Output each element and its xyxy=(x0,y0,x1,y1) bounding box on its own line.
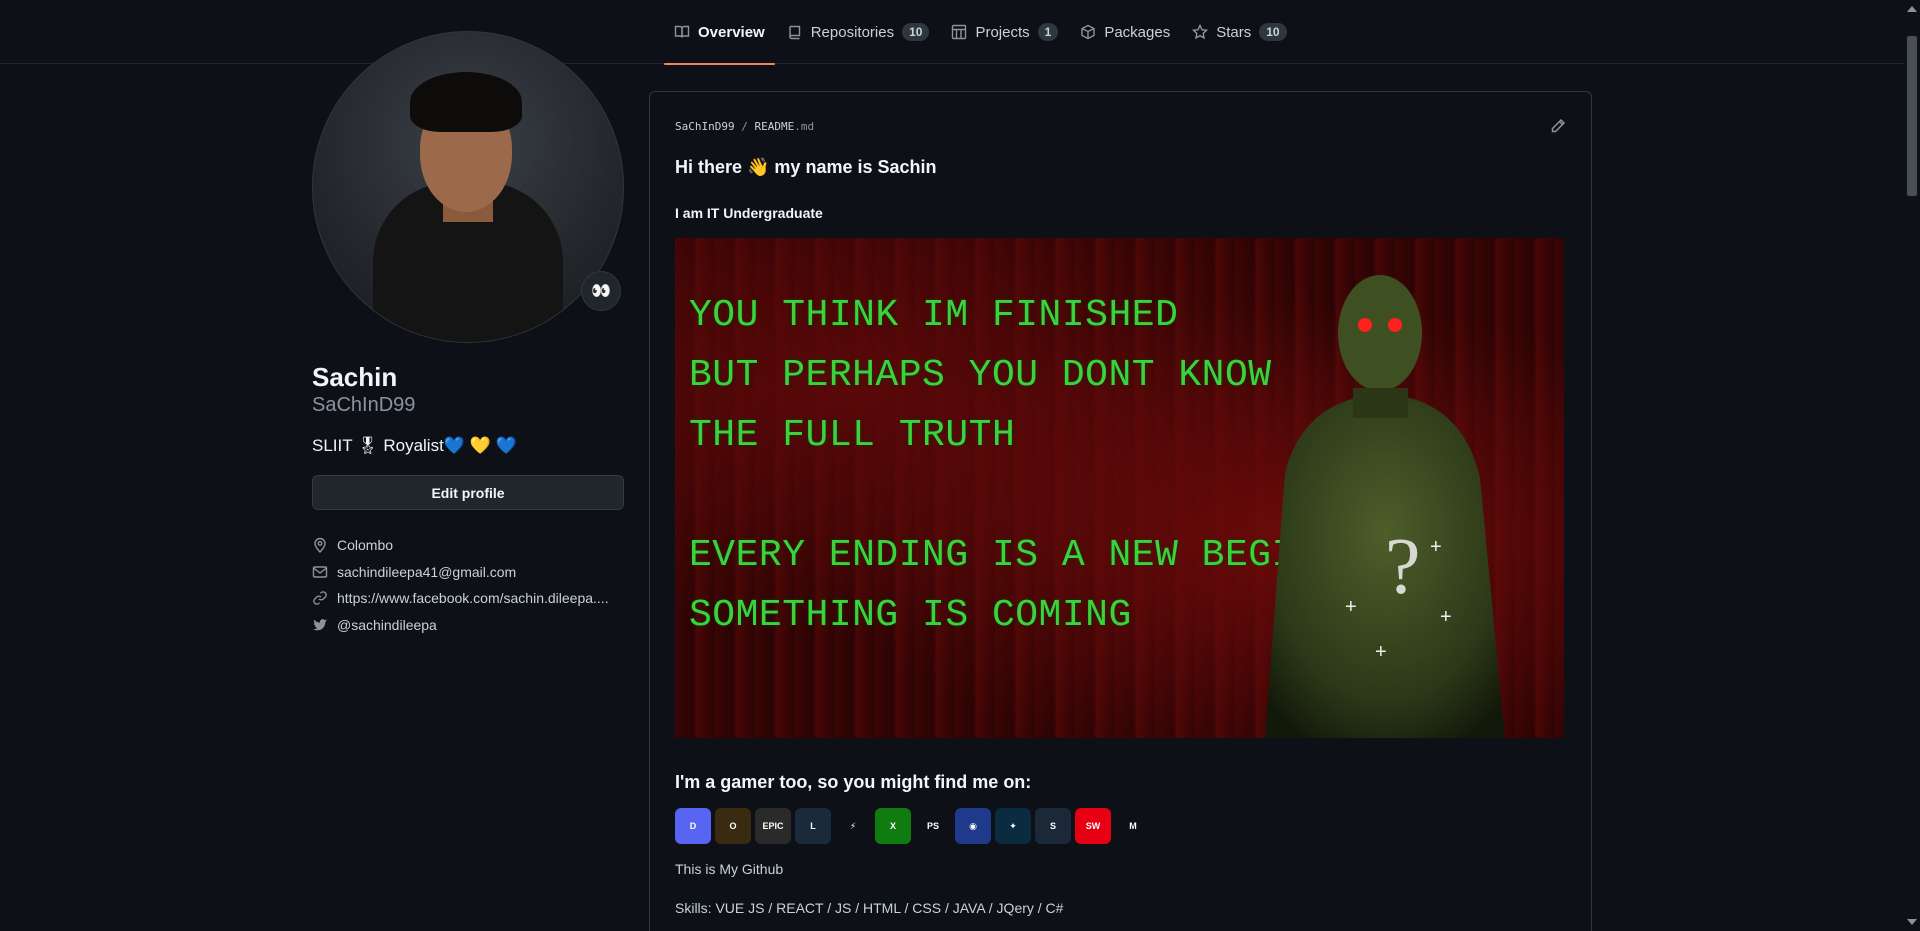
book-icon xyxy=(674,25,690,38)
battlenet-icon[interactable]: ⚡ xyxy=(835,808,871,844)
tab-label: Overview xyxy=(698,23,765,41)
xbox-icon[interactable]: X xyxy=(875,808,911,844)
mail-icon xyxy=(312,566,328,578)
profile-fullname: Sachin xyxy=(312,362,398,392)
readme-greeting: Hi there 👋 my name is Sachin xyxy=(675,157,937,177)
readme-path: SaChInD99 / README.md xyxy=(675,120,814,133)
twitter-link[interactable]: @sachindileepa xyxy=(337,617,437,633)
twitter-item[interactable]: @sachindileepa xyxy=(312,612,624,639)
tab-overview[interactable]: Overview xyxy=(664,0,775,65)
switch-icon[interactable]: SW xyxy=(1075,808,1111,844)
website-item[interactable]: https://www.facebook.com/sachin.dileepa.… xyxy=(312,585,624,612)
scrollbar-thumb[interactable] xyxy=(1907,36,1917,196)
profile-nav: Overview Repositories 10 Projects 1 Packages S… xyxy=(0,0,1904,65)
svg-text:+: + xyxy=(1430,536,1442,558)
website-link[interactable]: https://www.facebook.com/sachin.dileepa.… xyxy=(337,590,609,606)
playstation-icon[interactable]: PS xyxy=(915,808,951,844)
twitter-icon xyxy=(313,618,327,631)
skills-line: Skills: VUE JS / REACT / JS / HTML / CSS… xyxy=(675,900,1064,916)
location-item: Colombo xyxy=(312,532,624,559)
scroll-down-arrow[interactable] xyxy=(1907,919,1917,925)
league-icon[interactable]: L xyxy=(795,808,831,844)
tab-counter: 10 xyxy=(1259,23,1287,41)
repo-icon xyxy=(789,25,800,40)
scroll-up-arrow[interactable] xyxy=(1907,6,1917,12)
tab-counter: 10 xyxy=(902,23,930,41)
profile-username: SaChInD99 xyxy=(312,394,416,416)
svg-text:+: + xyxy=(1440,606,1452,628)
project-icon xyxy=(952,24,967,40)
tab-counter: 1 xyxy=(1037,23,1059,41)
edit-readme-button[interactable] xyxy=(1550,118,1566,134)
readme-subtitle: I am IT Undergraduate xyxy=(675,205,823,221)
path-separator: / xyxy=(741,120,748,133)
email-item[interactable]: sachindileepa41@gmail.com xyxy=(312,559,624,586)
tab-label: Projects xyxy=(975,23,1030,41)
tab-packages[interactable]: Packages xyxy=(1070,0,1180,64)
tab-label: Stars xyxy=(1216,23,1252,41)
edit-profile-button[interactable]: Edit profile xyxy=(312,475,624,510)
readme-owner-link[interactable]: SaChInD99 xyxy=(675,120,735,133)
starcraft-icon[interactable]: ✦ xyxy=(995,808,1031,844)
svg-text:+: + xyxy=(1375,641,1387,663)
tab-projects[interactable]: Projects 1 xyxy=(941,0,1068,64)
scrollbar[interactable] xyxy=(1904,0,1920,931)
tab-stars[interactable]: Stars 10 xyxy=(1182,0,1296,64)
star-icon xyxy=(1192,24,1209,40)
github-line: This is My Github xyxy=(675,861,784,877)
svg-text:?: ? xyxy=(1385,523,1421,611)
link-icon xyxy=(313,591,327,606)
readme-card: SaChInD99 / README.md Hi there 👋 my name… xyxy=(649,91,1592,931)
pokemon-icon[interactable]: ◉ xyxy=(955,808,991,844)
gamer-heading: I'm a gamer too, so you might find me on… xyxy=(675,772,1032,792)
status-emoji-button[interactable]: 👀 xyxy=(581,271,621,311)
mtg-icon[interactable]: M xyxy=(1115,808,1151,844)
readme-file-ext: .md xyxy=(794,120,815,133)
pencil-icon xyxy=(1551,118,1566,133)
discord-icon[interactable]: D xyxy=(675,808,711,844)
avatar-hair xyxy=(410,72,522,132)
svg-text:+: + xyxy=(1345,596,1357,618)
avatar[interactable] xyxy=(312,31,624,343)
email-link[interactable]: sachindileepa41@gmail.com xyxy=(337,564,516,580)
package-icon xyxy=(1081,24,1096,40)
ring-icon[interactable]: O xyxy=(715,808,751,844)
steam-icon[interactable]: S xyxy=(1035,808,1071,844)
location-icon xyxy=(314,538,326,554)
readme-banner-image: YOU THINK IM FINISHED BUT PERHAPS YOU DON… xyxy=(675,238,1564,738)
profile-details: Colombo sachindileepa41@gmail.com https:… xyxy=(312,532,624,638)
profile-bio: SLIIT 🎖 Royalist💙 💛 💙 xyxy=(312,436,517,455)
eyes-icon: 👀 xyxy=(591,283,611,300)
riddler-figure: ? + + + + xyxy=(1265,275,1505,738)
epic-games-icon[interactable]: EPIC xyxy=(755,808,791,844)
game-platform-icons: D O EPIC L ⚡ X PS ◉ ✦ S SW M xyxy=(675,808,1151,844)
profile-tabs: Overview Repositories 10 Projects 1 Packages S… xyxy=(664,0,1299,65)
tab-label: Packages xyxy=(1104,23,1171,41)
readme-file-link[interactable]: README xyxy=(754,120,794,133)
tab-repositories[interactable]: Repositories 10 xyxy=(777,0,940,64)
tab-label: Repositories xyxy=(810,23,895,41)
